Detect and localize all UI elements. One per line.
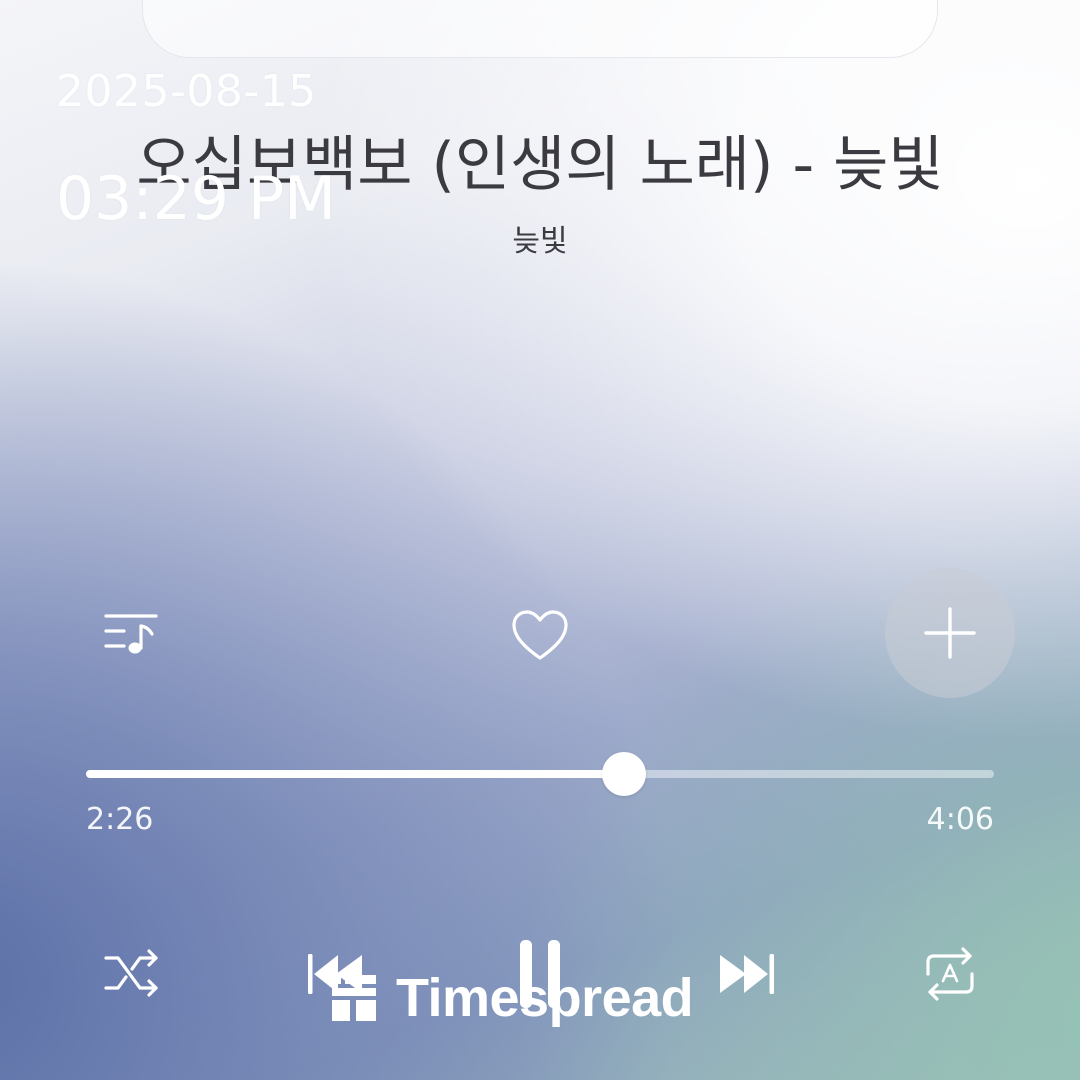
heart-outline-icon (512, 610, 568, 660)
like-button[interactable] (508, 604, 572, 668)
playlist-button[interactable] (100, 604, 164, 668)
watermark: Timespread (330, 968, 694, 1028)
repeat-button[interactable] (918, 942, 982, 1006)
progress-thumb[interactable] (602, 752, 647, 796)
time-stamp: 03:29 PM (56, 164, 336, 234)
skip-next-icon (720, 954, 774, 994)
timespread-logo-icon (332, 975, 376, 1021)
progress-bar[interactable] (86, 752, 994, 796)
next-button[interactable] (710, 942, 782, 1006)
progress-fill (86, 770, 625, 778)
shuffle-icon (104, 949, 158, 997)
total-time: 4:06 (926, 802, 994, 837)
date-stamp: 2025-08-15 (56, 66, 317, 117)
watermark-text: Timespread (396, 968, 694, 1028)
shuffle-button[interactable] (100, 942, 164, 1006)
playlist-music-icon (104, 614, 158, 654)
repeat-icon (926, 947, 974, 1001)
add-button[interactable] (885, 568, 1015, 698)
plus-icon (924, 607, 976, 659)
top-card (142, 0, 938, 58)
elapsed-time: 2:26 (86, 802, 154, 837)
